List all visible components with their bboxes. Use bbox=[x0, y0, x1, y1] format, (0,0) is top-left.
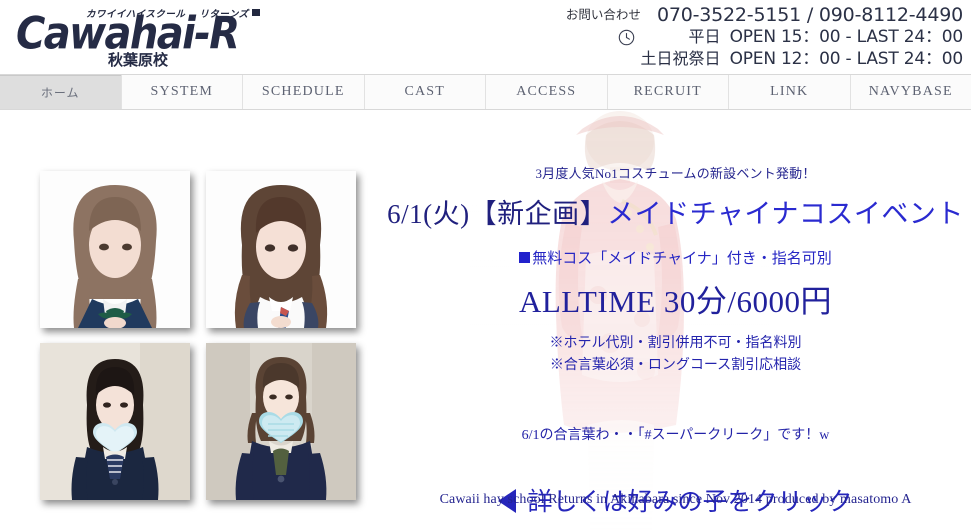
promo-note-line-2: ※合言葉必須・ロングコース割引応相談 bbox=[549, 358, 802, 373]
header-contact-block: お問い合わせ 070-3522-5151 / 090-8112-4490 平日 … bbox=[566, 4, 963, 70]
cast-photo-3[interactable] bbox=[40, 343, 190, 500]
cast-photo-grid bbox=[40, 171, 360, 511]
promo-kicker: 3月度人気No1コスチュームの新設ベント発動！ bbox=[535, 166, 816, 181]
cast-photo-1[interactable] bbox=[40, 171, 190, 328]
promo-notes: ※ホテル代別・割引併用不可・指名料別 ※合言葉必須・ロングコース割引応相談 bbox=[380, 333, 971, 377]
promo-password-line: 6/1の合言葉わ・・「#スーパークリーク」です！w bbox=[521, 428, 830, 443]
promo-title-event: メイドチャイナコスイベント bbox=[607, 199, 964, 229]
main-content: 3月度人気No1コスチュームの新設ベント発動！ 6/1(火)【新企画】メイドチャ… bbox=[0, 111, 971, 530]
nav-item-cast[interactable]: CAST bbox=[364, 75, 486, 109]
clock-icon bbox=[618, 29, 635, 46]
site-header: カワイイハイスクール リターンズ Cawahai-R 秋葉原校 お問い合わせ 07… bbox=[0, 0, 971, 72]
promo-free-costume-text: 無料コス「メイドチャイナ」付き・指名可別 bbox=[532, 251, 832, 267]
page-root: カワイイハイスクール リターンズ Cawahai-R 秋葉原校 お問い合わせ 07… bbox=[0, 0, 971, 530]
site-logo[interactable]: カワイイハイスクール リターンズ Cawahai-R 秋葉原校 bbox=[8, 2, 268, 69]
nav-item-recruit[interactable]: RECRUIT bbox=[607, 75, 729, 109]
nav-item-navybase[interactable]: NAVYBASE bbox=[850, 75, 971, 109]
promo-price: ALLTIME 30分/6000円 bbox=[518, 284, 833, 319]
promo-note-line-1: ※ホテル代別・割引併用不可・指名料別 bbox=[549, 336, 802, 351]
promo-footer-credit: Cawaii hay school Returns in Akihabara s… bbox=[439, 492, 912, 507]
promo-title-date: 6/1(火) bbox=[387, 199, 470, 229]
cast-photo-2[interactable] bbox=[206, 171, 356, 328]
weekday-hours: OPEN 15：00 - LAST 24：00 bbox=[729, 27, 964, 47]
logo-branch-name: 秋葉原校 bbox=[108, 51, 169, 69]
promo-free-costume: 無料コス「メイドチャイナ」付き・指名可別 bbox=[380, 247, 971, 268]
nav-item-link[interactable]: LINK bbox=[729, 75, 851, 109]
contact-label: お問い合わせ bbox=[565, 7, 641, 22]
contact-phone-row: お問い合わせ 070-3522-5151 / 090-8112-4490 bbox=[566, 4, 963, 26]
nav-item-home[interactable]: ホーム bbox=[0, 75, 122, 109]
nav-item-system[interactable]: SYSTEM bbox=[121, 75, 243, 109]
promo-title: 6/1(火)【新企画】メイドチャイナコスイベント bbox=[380, 192, 971, 231]
main-navigation: ホーム SYSTEM SCHEDULE CAST ACCESS RECRUIT … bbox=[0, 74, 971, 110]
logo-kana-square-icon bbox=[251, 9, 260, 16]
weekday-hours-row: 平日 OPEN 15：00 - LAST 24：00 bbox=[566, 26, 963, 48]
promo-title-tag: 【新企画】 bbox=[469, 199, 608, 229]
weekend-hours: OPEN 12：00 - LAST 24：00 bbox=[729, 49, 964, 69]
nav-item-schedule[interactable]: SCHEDULE bbox=[243, 75, 365, 109]
weekend-label: 土日祝祭日 bbox=[640, 49, 721, 68]
weekend-hours-row: 土日祝祭日 OPEN 12：00 - LAST 24：00 bbox=[566, 48, 964, 70]
contact-phone-number[interactable]: 070-3522-5151 / 090-8112-4490 bbox=[657, 4, 963, 26]
weekday-label: 平日 bbox=[688, 27, 721, 46]
promo-text-column: 3月度人気No1コスチュームの新設ベント発動！ 6/1(火)【新企画】メイドチャ… bbox=[380, 111, 971, 518]
blue-square-bullet-icon bbox=[519, 252, 531, 263]
cast-photo-4[interactable] bbox=[206, 343, 356, 500]
nav-item-access[interactable]: ACCESS bbox=[486, 75, 608, 109]
